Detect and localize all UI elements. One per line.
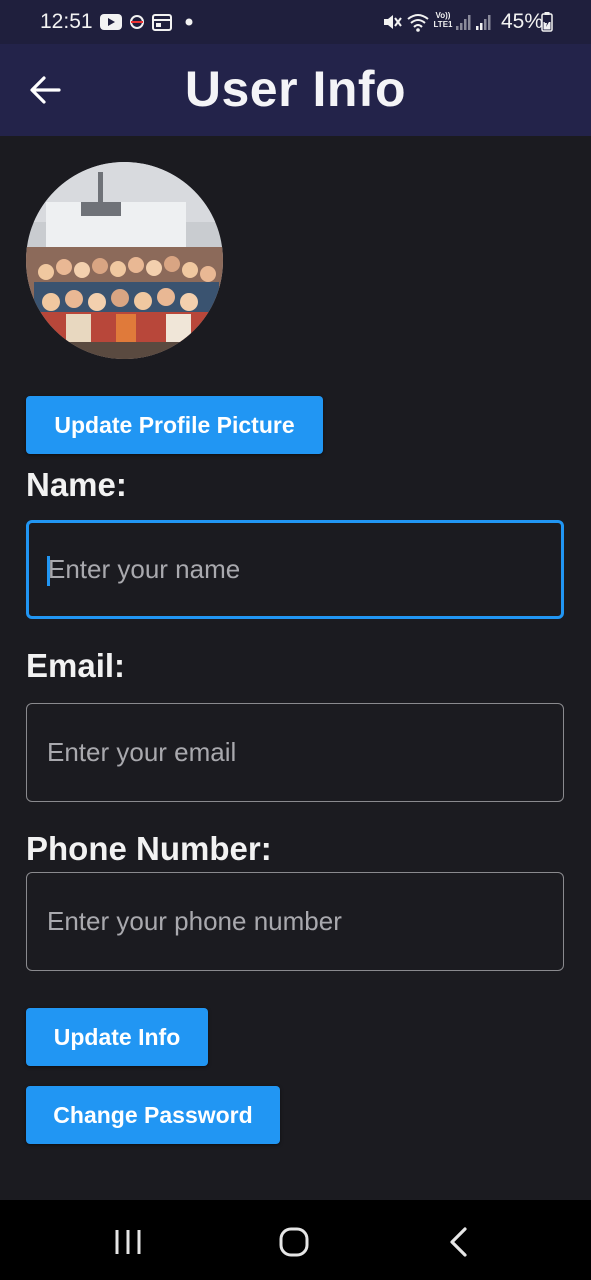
signal-icon [476,15,491,30]
notification-icon [130,15,144,29]
lte-text: LTE1 [433,20,453,29]
change-password-label: Change Password [53,1101,253,1128]
text-caret [47,556,50,586]
group-photo-avatar [26,162,223,359]
home-button[interactable] [274,1222,314,1262]
phone-label: Phone Number: [26,830,272,867]
back-nav-button[interactable] [440,1222,480,1262]
volte-text: Vo)) [435,11,451,20]
wifi-icon [407,14,429,32]
battery-percent: 45% [500,10,543,33]
back-nav-icon [450,1227,467,1257]
name-field[interactable] [26,520,564,619]
navigation-bar [0,1200,591,1280]
recent-apps-button[interactable] [108,1222,148,1262]
change-password-button[interactable]: Change Password [26,1086,280,1144]
avatar [26,162,223,359]
volte-icon: Vo)) LTE1 [431,11,455,29]
name-label: Name: [26,466,127,503]
phone-field[interactable] [26,872,564,971]
calendar-icon [152,14,172,31]
battery-icon [541,12,553,32]
page-title: User Info [184,61,407,117]
status-time: 12:51 [40,10,93,33]
mute-icon [384,15,402,29]
update-info-label: Update Info [53,1023,181,1050]
signal-icon [456,15,471,30]
youtube-icon [100,14,122,30]
update-profile-picture-label: Update Profile Picture [54,411,295,438]
update-profile-picture-button[interactable]: Update Profile Picture [26,396,323,454]
email-field[interactable] [26,703,564,802]
email-input[interactable] [27,704,563,801]
home-icon [279,1227,309,1257]
dot-icon [185,18,193,26]
app-bar: User Info [0,44,591,136]
email-label: Email: [26,647,126,684]
recent-apps-icon [115,1230,141,1254]
phone-input[interactable] [27,873,563,970]
status-bar: 12:51 Vo)) LTE1 45% [0,0,591,44]
update-info-button[interactable]: Update Info [26,1008,208,1066]
name-input[interactable] [29,523,561,616]
